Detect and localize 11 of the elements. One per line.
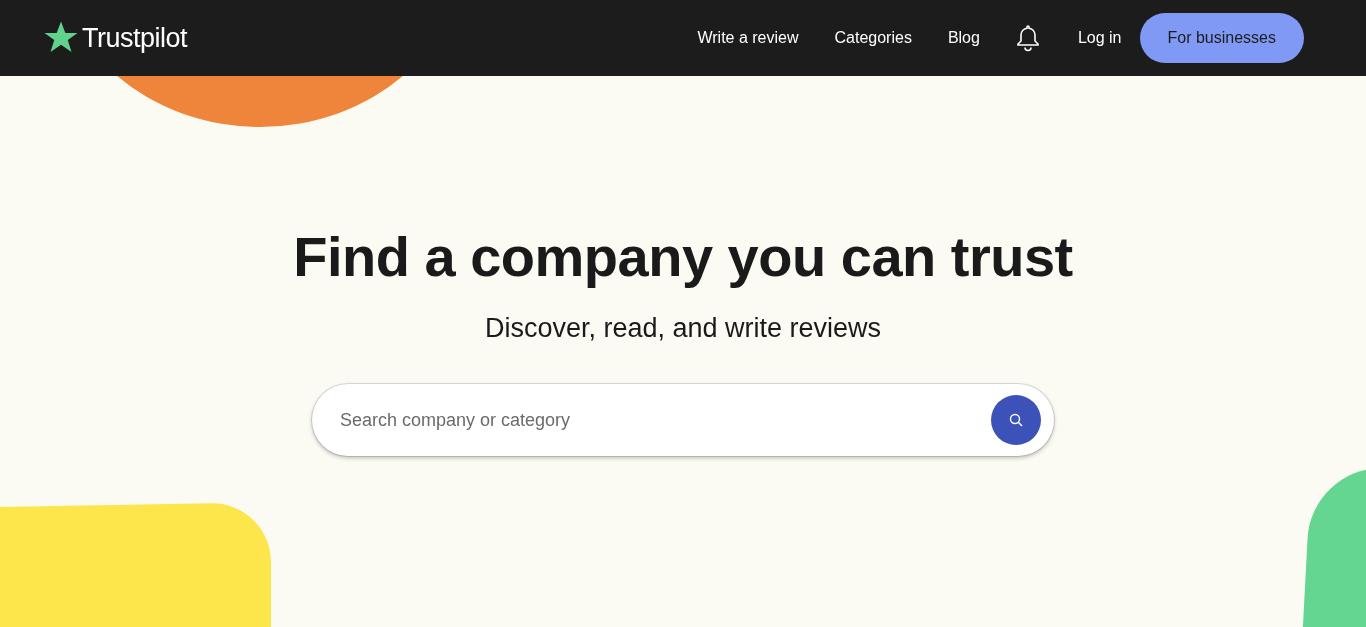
hero-subtitle: Discover, read, and write reviews [484,313,882,344]
nav-link[interactable]: Categories [834,29,912,47]
search-icon [1009,413,1023,427]
logo-text: Trustpilot [82,22,188,54]
search-field[interactable]: Search company or category [312,384,1054,456]
hero-title: Find a company you can trust [293,224,1073,289]
nav-link[interactable]: Write a review [697,29,799,47]
nav-link[interactable]: Blog [947,29,980,47]
notification-bell-icon[interactable] [1015,24,1040,52]
for-businesses-button[interactable]: For businesses [1139,13,1304,63]
nav-link[interactable]: Log in [1077,29,1122,47]
